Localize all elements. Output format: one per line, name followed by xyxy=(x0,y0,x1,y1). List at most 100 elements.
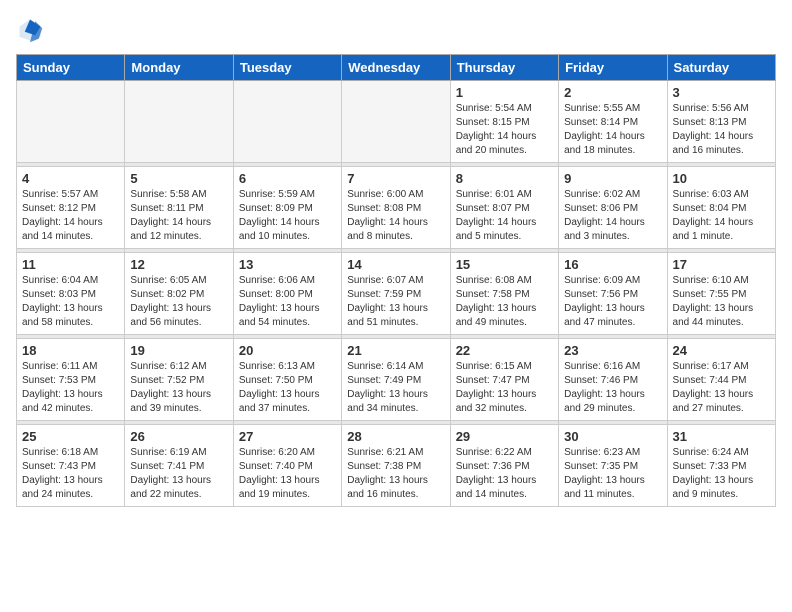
day-detail: Sunrise: 6:02 AM Sunset: 8:06 PM Dayligh… xyxy=(564,188,661,244)
day-cell xyxy=(342,81,450,163)
day-cell: 7 Sunrise: 6:00 AM Sunset: 8:08 PM Daylig… xyxy=(342,167,450,249)
day-number: 20 xyxy=(239,343,336,358)
day-header-friday: Friday xyxy=(559,55,667,81)
day-cell: 14Sunrise: 6:07 AM Sunset: 7:59 PM Dayli… xyxy=(342,253,450,335)
day-detail: Sunrise: 6:21 AM Sunset: 7:38 PM Dayligh… xyxy=(347,446,444,502)
day-number: 30 xyxy=(564,429,661,444)
day-detail: Sunrise: 5:55 AM Sunset: 8:14 PM Dayligh… xyxy=(564,102,661,158)
day-detail: Sunrise: 6:01 AM Sunset: 8:07 PM Dayligh… xyxy=(456,188,553,244)
day-cell: 8 Sunrise: 6:01 AM Sunset: 8:07 PM Daylig… xyxy=(450,167,558,249)
day-detail: Sunrise: 5:59 AM Sunset: 8:09 PM Dayligh… xyxy=(239,188,336,244)
day-number: 27 xyxy=(239,429,336,444)
day-cell: 13 Sunrise: 6:06 AM Sunset: 8:00 PM Dayli… xyxy=(233,253,341,335)
day-cell: 1 Sunrise: 5:54 AM Sunset: 8:15 PM Daylig… xyxy=(450,81,558,163)
day-cell: 28 Sunrise: 6:21 AM Sunset: 7:38 PM Dayli… xyxy=(342,425,450,507)
day-detail: Sunrise: 6:15 AM Sunset: 7:47 PM Dayligh… xyxy=(456,360,553,416)
day-detail: Sunrise: 6:24 AM Sunset: 7:33 PM Dayligh… xyxy=(673,446,770,502)
day-number: 13 xyxy=(239,257,336,272)
day-number: 14 xyxy=(347,257,444,272)
day-number: 26 xyxy=(130,429,227,444)
day-number: 12 xyxy=(130,257,227,272)
day-cell: 23Sunrise: 6:16 AM Sunset: 7:46 PM Dayli… xyxy=(559,339,667,421)
day-cell xyxy=(233,81,341,163)
page-header xyxy=(16,16,776,44)
day-cell: 27 Sunrise: 6:20 AM Sunset: 7:40 PM Dayli… xyxy=(233,425,341,507)
day-cell: 19 Sunrise: 6:12 AM Sunset: 7:52 PM Dayli… xyxy=(125,339,233,421)
day-cell: 21 Sunrise: 6:14 AM Sunset: 7:49 PM Dayli… xyxy=(342,339,450,421)
week-row-4: 18 Sunrise: 6:11 AM Sunset: 7:53 PM Dayli… xyxy=(17,339,776,421)
day-detail: Sunrise: 6:18 AM Sunset: 7:43 PM Dayligh… xyxy=(22,446,119,502)
day-detail: Sunrise: 5:57 AM Sunset: 8:12 PM Dayligh… xyxy=(22,188,119,244)
day-header-thursday: Thursday xyxy=(450,55,558,81)
day-number: 3 xyxy=(673,85,770,100)
logo-icon xyxy=(16,16,44,44)
day-detail: Sunrise: 6:06 AM Sunset: 8:00 PM Dayligh… xyxy=(239,274,336,330)
day-detail: Sunrise: 5:56 AM Sunset: 8:13 PM Dayligh… xyxy=(673,102,770,158)
day-cell: 6Sunrise: 5:59 AM Sunset: 8:09 PM Daylig… xyxy=(233,167,341,249)
day-detail: Sunrise: 6:10 AM Sunset: 7:55 PM Dayligh… xyxy=(673,274,770,330)
day-cell: 20 Sunrise: 6:13 AM Sunset: 7:50 PM Dayli… xyxy=(233,339,341,421)
day-detail: Sunrise: 6:14 AM Sunset: 7:49 PM Dayligh… xyxy=(347,360,444,416)
day-number: 25 xyxy=(22,429,119,444)
day-header-saturday: Saturday xyxy=(667,55,775,81)
day-number: 19 xyxy=(130,343,227,358)
logo xyxy=(16,16,48,44)
day-number: 7 xyxy=(347,171,444,186)
week-row-3: 11Sunrise: 6:04 AM Sunset: 8:03 PM Dayli… xyxy=(17,253,776,335)
day-header-sunday: Sunday xyxy=(17,55,125,81)
calendar-header-row: SundayMondayTuesdayWednesdayThursdayFrid… xyxy=(17,55,776,81)
day-cell: 15 Sunrise: 6:08 AM Sunset: 7:58 PM Dayli… xyxy=(450,253,558,335)
day-number: 18 xyxy=(22,343,119,358)
day-cell xyxy=(125,81,233,163)
day-detail: Sunrise: 6:11 AM Sunset: 7:53 PM Dayligh… xyxy=(22,360,119,416)
day-number: 24 xyxy=(673,343,770,358)
day-header-monday: Monday xyxy=(125,55,233,81)
day-cell: 4 Sunrise: 5:57 AM Sunset: 8:12 PM Daylig… xyxy=(17,167,125,249)
day-detail: Sunrise: 6:04 AM Sunset: 8:03 PM Dayligh… xyxy=(22,274,119,330)
day-cell: 12 Sunrise: 6:05 AM Sunset: 8:02 PM Dayli… xyxy=(125,253,233,335)
day-number: 4 xyxy=(22,171,119,186)
week-row-1: 1 Sunrise: 5:54 AM Sunset: 8:15 PM Daylig… xyxy=(17,81,776,163)
day-cell: 5Sunrise: 5:58 AM Sunset: 8:11 PM Daylig… xyxy=(125,167,233,249)
day-number: 9 xyxy=(564,171,661,186)
day-number: 21 xyxy=(347,343,444,358)
day-number: 28 xyxy=(347,429,444,444)
day-number: 1 xyxy=(456,85,553,100)
day-cell: 18 Sunrise: 6:11 AM Sunset: 7:53 PM Dayli… xyxy=(17,339,125,421)
day-detail: Sunrise: 6:17 AM Sunset: 7:44 PM Dayligh… xyxy=(673,360,770,416)
day-cell: 3 Sunrise: 5:56 AM Sunset: 8:13 PM Daylig… xyxy=(667,81,775,163)
day-number: 8 xyxy=(456,171,553,186)
day-detail: Sunrise: 6:00 AM Sunset: 8:08 PM Dayligh… xyxy=(347,188,444,244)
day-detail: Sunrise: 6:19 AM Sunset: 7:41 PM Dayligh… xyxy=(130,446,227,502)
day-detail: Sunrise: 6:08 AM Sunset: 7:58 PM Dayligh… xyxy=(456,274,553,330)
day-cell: 29 Sunrise: 6:22 AM Sunset: 7:36 PM Dayli… xyxy=(450,425,558,507)
day-header-tuesday: Tuesday xyxy=(233,55,341,81)
day-cell: 22Sunrise: 6:15 AM Sunset: 7:47 PM Dayli… xyxy=(450,339,558,421)
day-cell: 17 Sunrise: 6:10 AM Sunset: 7:55 PM Dayli… xyxy=(667,253,775,335)
day-detail: Sunrise: 6:12 AM Sunset: 7:52 PM Dayligh… xyxy=(130,360,227,416)
day-number: 29 xyxy=(456,429,553,444)
day-detail: Sunrise: 6:05 AM Sunset: 8:02 PM Dayligh… xyxy=(130,274,227,330)
day-cell: 11Sunrise: 6:04 AM Sunset: 8:03 PM Dayli… xyxy=(17,253,125,335)
day-detail: Sunrise: 6:20 AM Sunset: 7:40 PM Dayligh… xyxy=(239,446,336,502)
day-number: 31 xyxy=(673,429,770,444)
day-detail: Sunrise: 5:58 AM Sunset: 8:11 PM Dayligh… xyxy=(130,188,227,244)
day-number: 17 xyxy=(673,257,770,272)
day-detail: Sunrise: 6:13 AM Sunset: 7:50 PM Dayligh… xyxy=(239,360,336,416)
day-cell: 2Sunrise: 5:55 AM Sunset: 8:14 PM Daylig… xyxy=(559,81,667,163)
day-cell: 9 Sunrise: 6:02 AM Sunset: 8:06 PM Daylig… xyxy=(559,167,667,249)
day-header-wednesday: Wednesday xyxy=(342,55,450,81)
day-cell: 10Sunrise: 6:03 AM Sunset: 8:04 PM Dayli… xyxy=(667,167,775,249)
day-cell: 24 Sunrise: 6:17 AM Sunset: 7:44 PM Dayli… xyxy=(667,339,775,421)
day-detail: Sunrise: 6:22 AM Sunset: 7:36 PM Dayligh… xyxy=(456,446,553,502)
day-detail: Sunrise: 6:03 AM Sunset: 8:04 PM Dayligh… xyxy=(673,188,770,244)
week-row-5: 25 Sunrise: 6:18 AM Sunset: 7:43 PM Dayli… xyxy=(17,425,776,507)
day-number: 15 xyxy=(456,257,553,272)
day-detail: Sunrise: 5:54 AM Sunset: 8:15 PM Dayligh… xyxy=(456,102,553,158)
day-number: 23 xyxy=(564,343,661,358)
day-cell: 30 Sunrise: 6:23 AM Sunset: 7:35 PM Dayli… xyxy=(559,425,667,507)
day-detail: Sunrise: 6:09 AM Sunset: 7:56 PM Dayligh… xyxy=(564,274,661,330)
day-number: 16 xyxy=(564,257,661,272)
day-cell xyxy=(17,81,125,163)
day-detail: Sunrise: 6:23 AM Sunset: 7:35 PM Dayligh… xyxy=(564,446,661,502)
